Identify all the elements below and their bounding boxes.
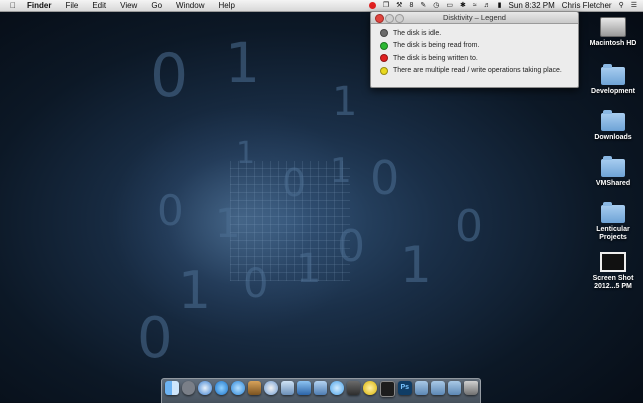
desktop-icon-label: Macintosh HD bbox=[589, 40, 637, 47]
wallpaper-digit: 0 bbox=[337, 221, 365, 272]
menu-clock[interactable]: Sun 8:32 PM bbox=[509, 0, 555, 11]
disktivity-status-icon[interactable] bbox=[368, 2, 376, 9]
menu-view[interactable]: View bbox=[120, 0, 137, 11]
xcode-icon[interactable] bbox=[297, 381, 311, 395]
spotlight-search-icon[interactable]: ⚲ bbox=[619, 0, 624, 11]
yellow-status-dot-icon bbox=[380, 66, 388, 75]
folder-icon bbox=[601, 156, 625, 177]
wallpaper-digit: 1 bbox=[225, 31, 260, 95]
desktop-icon-label: Lenticular Projects bbox=[596, 226, 630, 241]
dock-icons: Ps bbox=[165, 381, 478, 397]
wallpaper-digit: 1 bbox=[236, 136, 256, 171]
wallpaper-digit: 0 bbox=[243, 261, 269, 307]
messages-icon[interactable] bbox=[330, 381, 344, 395]
desktop-icon-vmshared[interactable]: VMShared bbox=[583, 156, 643, 188]
legend-item-idle: The disk is idle. bbox=[371, 27, 578, 40]
screenshot-icon bbox=[600, 252, 626, 272]
legend-item-multiple: There are multiple read / write operatio… bbox=[371, 65, 578, 78]
legend-text: The disk is being read from. bbox=[393, 42, 480, 50]
apple-menu-icon[interactable]:  bbox=[10, 0, 16, 11]
wifi-icon[interactable]: ≈ bbox=[473, 0, 477, 11]
facetime-icon[interactable] bbox=[346, 381, 360, 395]
legend-item-write: The disk is being written to. bbox=[371, 52, 578, 65]
airplay-icon[interactable]: ▭ bbox=[446, 0, 453, 11]
desktop-icon-label: VMShared bbox=[595, 180, 631, 187]
windows-icon[interactable]: ❐ bbox=[383, 0, 389, 11]
desktop-icon-downloads[interactable]: Downloads bbox=[583, 110, 643, 142]
bluetooth-icon[interactable]: ✱ bbox=[460, 0, 466, 11]
app-store-icon[interactable] bbox=[214, 381, 228, 395]
desktop-icon-macintosh-hd[interactable]: Macintosh HD bbox=[583, 17, 643, 48]
wallpaper-digit: 1 bbox=[332, 79, 358, 125]
wallpaper-digit: 0 bbox=[137, 306, 173, 371]
folder-icon bbox=[601, 64, 625, 85]
wallpaper-digit: 0 bbox=[282, 161, 307, 205]
safari-icon[interactable] bbox=[198, 381, 212, 395]
wallpaper-digit: 1 bbox=[330, 151, 352, 191]
green-status-dot-icon bbox=[380, 41, 388, 50]
hard-drive-icon bbox=[600, 17, 626, 37]
menu-extras: ❐ ⚒ 8 ✎ ◷ ▭ ✱ ≈ ♬ ▮ Sun 8:32 PM Chris Fl… bbox=[368, 0, 637, 11]
wallpaper-digit: 0 bbox=[455, 201, 483, 252]
legend-window: Disktivity – Legend The disk is idle. Th… bbox=[370, 11, 579, 88]
window-title: Disktivity – Legend bbox=[443, 13, 506, 22]
folder-stack-3-icon[interactable] bbox=[447, 381, 461, 395]
desktop-icon-development[interactable]: Development bbox=[583, 64, 643, 96]
wallpaper-digit: 0 bbox=[370, 151, 400, 205]
wallpaper-digit: 1 bbox=[215, 201, 241, 247]
legend-list: The disk is idle. The disk is being read… bbox=[371, 24, 578, 77]
terminal-icon[interactable] bbox=[379, 381, 395, 397]
legend-item-read: The disk is being read from. bbox=[371, 40, 578, 53]
trash-icon[interactable] bbox=[464, 381, 478, 395]
desktop-icon-screen-shot[interactable]: Screen Shot 2012...5 PM bbox=[583, 252, 643, 291]
legend-text: There are multiple read / write operatio… bbox=[393, 67, 562, 75]
itunes-icon[interactable] bbox=[231, 381, 245, 395]
menu-help[interactable]: Help bbox=[218, 0, 234, 11]
launchpad-icon[interactable] bbox=[181, 381, 195, 395]
folder-icon bbox=[601, 110, 625, 131]
folder-stack-2-icon[interactable] bbox=[431, 381, 445, 395]
desktop-icon-label: Screen Shot 2012...5 PM bbox=[592, 275, 634, 290]
folder-icon bbox=[601, 202, 625, 223]
safari-2-icon[interactable] bbox=[264, 381, 278, 395]
menu-edit[interactable]: Edit bbox=[92, 0, 106, 11]
desktop-icon-label: Development bbox=[591, 88, 635, 95]
folder-stack-icon[interactable] bbox=[414, 381, 428, 395]
legend-text: The disk is being written to. bbox=[393, 54, 478, 62]
finder-icon[interactable] bbox=[165, 381, 179, 395]
notification-center-icon[interactable]: ☰ bbox=[631, 0, 637, 11]
volume-icon[interactable]: ♬ bbox=[484, 0, 491, 11]
desktop-icon-lenticular-projects[interactable]: Lenticular Projects bbox=[583, 202, 643, 242]
red-status-dot-icon bbox=[380, 54, 388, 63]
status-count[interactable]: 8 bbox=[409, 0, 413, 11]
window-titlebar[interactable]: Disktivity – Legend bbox=[371, 12, 578, 24]
wallpaper-digit: 1 bbox=[296, 246, 322, 292]
photoshop-icon[interactable]: Ps bbox=[398, 381, 412, 395]
photos-icon[interactable] bbox=[247, 381, 261, 395]
menu-items: Finder File Edit View Go Window Help bbox=[27, 0, 235, 11]
quicktime-icon[interactable] bbox=[363, 381, 377, 395]
menu-file[interactable]: File bbox=[65, 0, 78, 11]
wallpaper-digit: 0 bbox=[150, 41, 189, 111]
notification-icon[interactable]: ⚒ bbox=[396, 0, 402, 11]
legend-text: The disk is idle. bbox=[393, 29, 442, 37]
wallpaper-digit: 1 bbox=[178, 261, 212, 321]
desktop-icon-label: Downloads bbox=[594, 134, 632, 141]
menu-user[interactable]: Chris Fletcher bbox=[562, 0, 612, 11]
menu-window[interactable]: Window bbox=[176, 0, 204, 11]
time-machine-icon[interactable]: ◷ bbox=[433, 0, 439, 11]
wallpaper-digit: 1 bbox=[400, 236, 432, 294]
gray-status-dot-icon bbox=[380, 29, 388, 38]
dashboard-icon[interactable] bbox=[313, 381, 327, 395]
tools-icon[interactable]: ✎ bbox=[420, 0, 426, 11]
battery-icon[interactable]: ▮ bbox=[498, 0, 502, 11]
wallpaper-digit: 0 bbox=[157, 186, 184, 235]
preview-icon[interactable] bbox=[280, 381, 294, 395]
menu-app-name[interactable]: Finder bbox=[27, 0, 51, 11]
menu-go[interactable]: Go bbox=[151, 0, 162, 11]
